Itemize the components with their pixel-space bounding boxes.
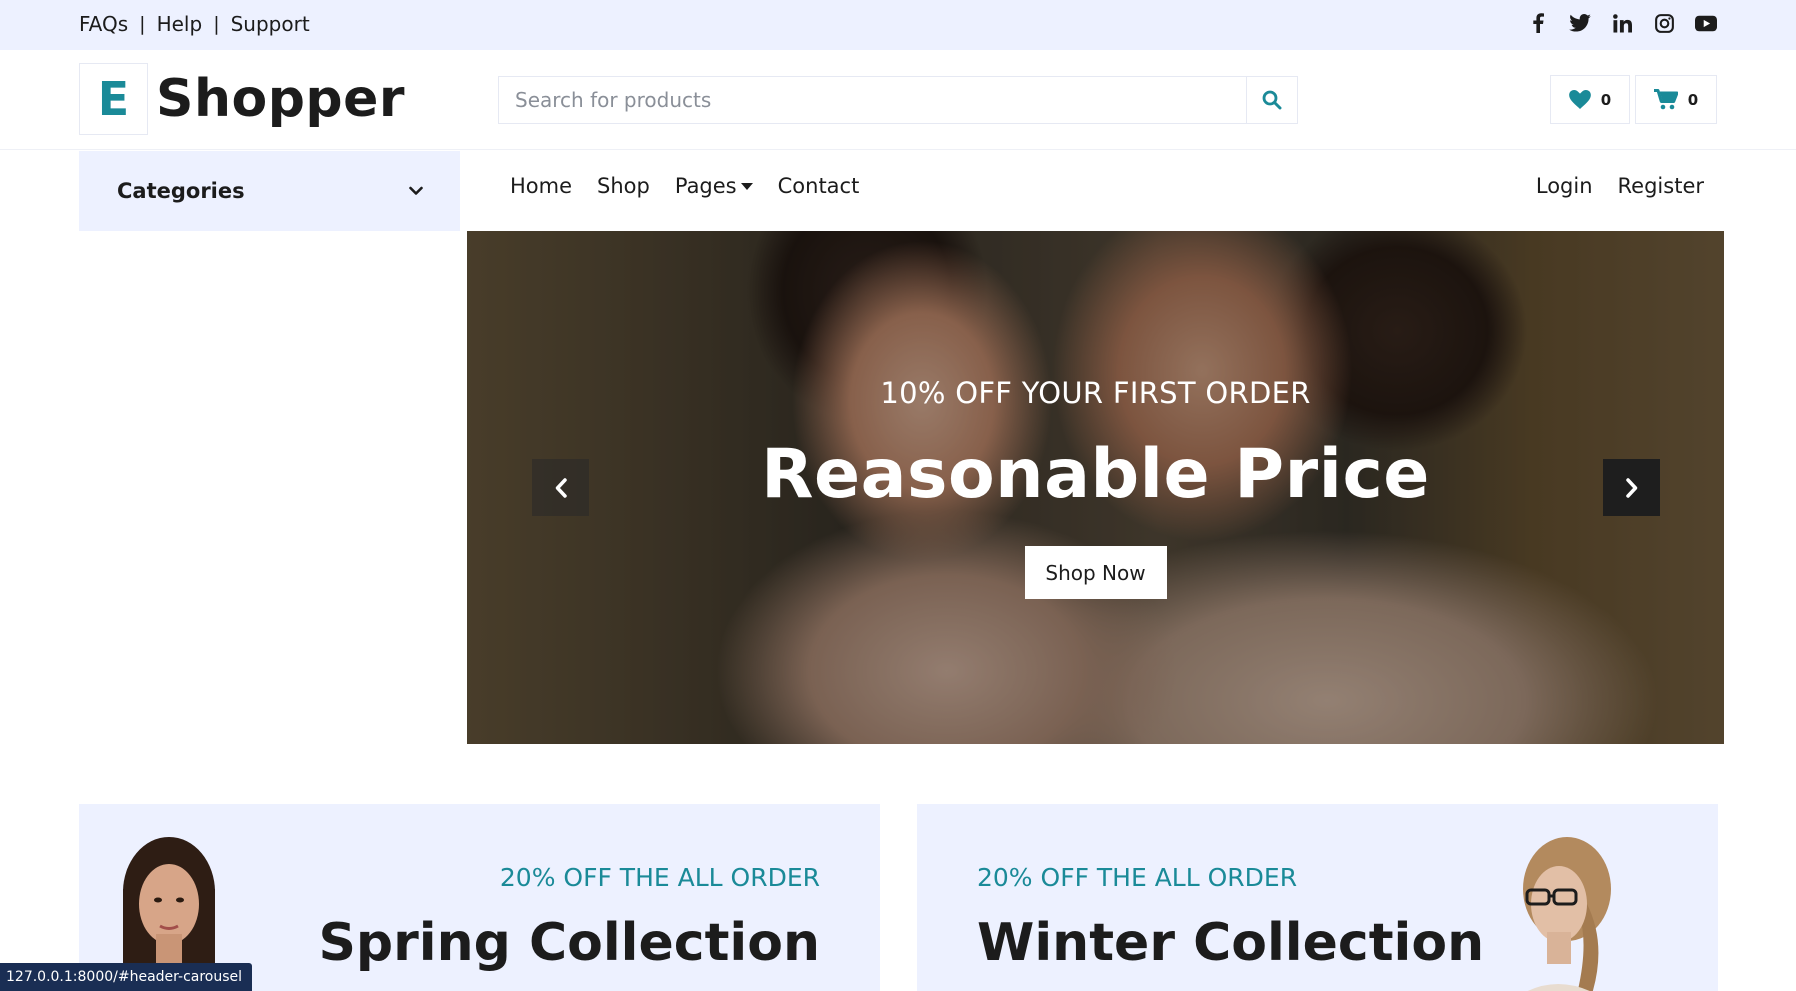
logo-text: Shopper	[156, 69, 406, 129]
main-nav: Home Shop Pages Contact	[510, 174, 859, 198]
cart-icon	[1653, 89, 1678, 110]
cart-button[interactable]: 0	[1635, 75, 1717, 124]
carousel-caption: 10% OFF YOUR FIRST ORDER Reasonable Pric…	[467, 231, 1724, 744]
offer-title: Spring Collection	[318, 913, 820, 973]
chevron-right-icon	[1625, 477, 1637, 498]
help-link[interactable]: Help	[157, 12, 203, 36]
offer-model-image	[1497, 834, 1627, 991]
carousel-next-button[interactable]	[1603, 459, 1660, 516]
shop-now-button[interactable]: Shop Now	[1024, 546, 1167, 599]
header-carousel: 10% OFF YOUR FIRST ORDER Reasonable Pric…	[467, 231, 1724, 744]
nav-pages-dropdown[interactable]: Pages	[675, 174, 753, 198]
site-logo[interactable]: E Shopper	[79, 63, 405, 135]
link-separator: |	[139, 13, 146, 35]
register-link[interactable]: Register	[1618, 174, 1704, 198]
offer-title: Winter Collection	[977, 913, 1485, 973]
instagram-icon[interactable]	[1653, 12, 1675, 34]
wishlist-button[interactable]: 0	[1550, 75, 1630, 124]
chevron-left-icon	[555, 477, 567, 498]
support-link[interactable]: Support	[231, 12, 310, 36]
faqs-link[interactable]: FAQs	[79, 12, 128, 36]
linkedin-icon[interactable]	[1611, 12, 1633, 34]
offer-tag: 20% OFF THE ALL ORDER	[499, 863, 820, 892]
logo-letter: E	[79, 63, 148, 135]
social-links	[1527, 12, 1717, 34]
twitter-icon[interactable]	[1569, 12, 1591, 34]
categories-toggle[interactable]: Categories	[79, 151, 460, 231]
caret-down-icon	[740, 182, 753, 190]
search-input[interactable]	[499, 77, 1246, 123]
carousel-title: Reasonable Price	[761, 435, 1430, 514]
link-separator: |	[213, 13, 220, 35]
carousel-subtitle: 10% OFF YOUR FIRST ORDER	[880, 376, 1311, 410]
browser-status-url: 127.0.0.1:8000/#header-carousel	[0, 963, 253, 991]
site-header: E Shopper 0 0	[0, 50, 1796, 150]
search-button[interactable]	[1246, 77, 1297, 123]
chevron-down-icon	[409, 186, 423, 195]
wishlist-count: 0	[1600, 90, 1612, 109]
search-icon	[1262, 90, 1282, 110]
top-links: FAQs | Help | Support	[79, 12, 310, 36]
youtube-icon[interactable]	[1695, 12, 1717, 34]
categories-label: Categories	[117, 179, 245, 203]
search-bar	[498, 76, 1298, 124]
nav-pages-label: Pages	[674, 174, 737, 198]
nav-shop[interactable]: Shop	[597, 174, 650, 198]
carousel-prev-button[interactable]	[532, 459, 589, 516]
top-bar: FAQs | Help | Support	[0, 0, 1796, 50]
nav-home[interactable]: Home	[510, 174, 572, 198]
login-link[interactable]: Login	[1536, 174, 1593, 198]
auth-links: Login Register	[1536, 174, 1704, 198]
offer-tag: 20% OFF THE ALL ORDER	[977, 863, 1298, 892]
offer-card-winter[interactable]: 20% OFF THE ALL ORDER Winter Collection	[917, 804, 1718, 991]
heart-icon	[1568, 90, 1591, 109]
cart-count: 0	[1687, 90, 1699, 109]
nav-contact[interactable]: Contact	[778, 174, 860, 198]
facebook-icon[interactable]	[1527, 12, 1549, 34]
